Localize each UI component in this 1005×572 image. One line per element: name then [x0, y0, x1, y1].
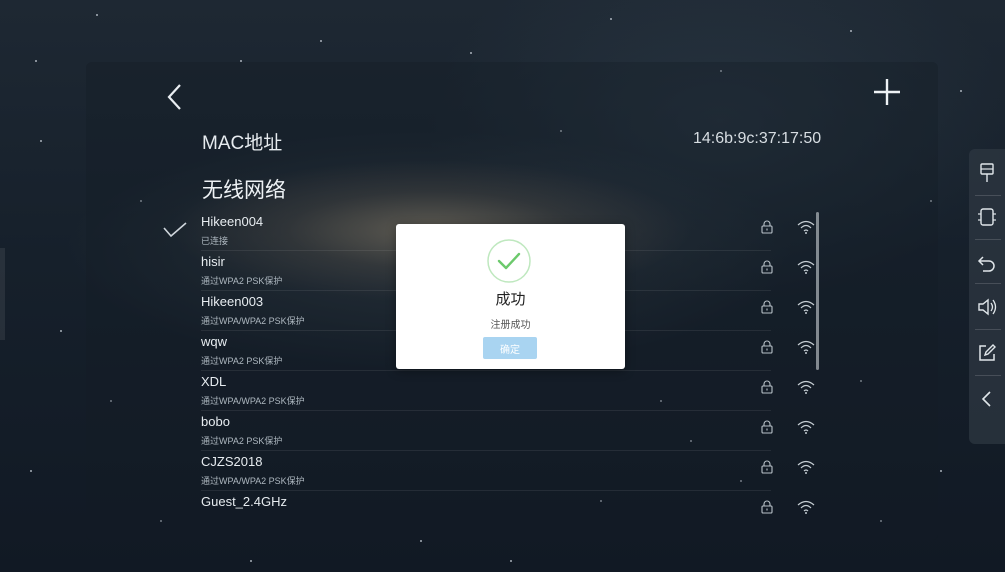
- dialog-title: 成功: [495, 291, 526, 308]
- toolbar-divider: [975, 239, 1001, 240]
- row-divider: [201, 370, 771, 371]
- row-divider: [201, 490, 771, 491]
- star: [96, 14, 98, 16]
- edit-button[interactable]: [969, 333, 1005, 373]
- row-divider: [201, 450, 771, 451]
- edit-icon: [979, 344, 996, 361]
- network-name: XDL: [201, 374, 227, 389]
- network-name: wqw: [201, 334, 228, 349]
- network-item[interactable]: bobo 通过WPA2 PSK保护: [201, 414, 815, 454]
- wifi-signal-icon: [797, 460, 815, 474]
- volume-icon: [978, 298, 997, 316]
- lock-icon: [761, 380, 773, 394]
- lock-icon: [761, 500, 773, 514]
- list-scrollbar[interactable]: [816, 212, 819, 370]
- network-status: 通过WPA2 PSK保护: [201, 276, 283, 286]
- toolbar-divider: [975, 195, 1001, 196]
- lock-icon: [761, 220, 773, 234]
- star: [30, 470, 32, 472]
- device-button[interactable]: [969, 197, 1005, 237]
- side-toolbar: [969, 149, 1005, 444]
- star: [940, 470, 942, 472]
- return-icon: [977, 256, 995, 272]
- projector-icon: [980, 163, 994, 182]
- lock-icon: [761, 460, 773, 474]
- star: [250, 560, 252, 562]
- collapse-button[interactable]: [969, 379, 1005, 419]
- success-dialog: 成功 注册成功 确定: [396, 224, 625, 369]
- star: [35, 60, 37, 62]
- wireless-network-title: 无线网络: [202, 179, 286, 202]
- toolbar-divider: [975, 375, 1001, 376]
- star: [850, 30, 852, 32]
- row-divider: [201, 410, 771, 411]
- wifi-signal-icon: [797, 420, 815, 434]
- network-item[interactable]: CJZS2018 通过WPA/WPA2 PSK保护: [201, 454, 815, 494]
- network-status: 已连接: [201, 236, 229, 246]
- star: [320, 40, 322, 42]
- volume-button[interactable]: [969, 287, 1005, 327]
- lock-icon: [761, 260, 773, 274]
- lock-icon: [761, 300, 773, 314]
- network-item[interactable]: Guest_2.4GHz: [201, 494, 815, 534]
- network-status: 通过WPA2 PSK保护: [201, 436, 283, 446]
- network-name: Guest_2.4GHz: [201, 494, 287, 509]
- collapse-icon: [981, 391, 991, 407]
- dialog-message: 注册成功: [490, 320, 531, 331]
- return-button[interactable]: [969, 243, 1005, 283]
- wifi-signal-icon: [797, 260, 815, 274]
- network-item[interactable]: XDL 通过WPA/WPA2 PSK保护: [201, 374, 815, 414]
- projector-button[interactable]: [969, 153, 1005, 193]
- network-name: bobo: [201, 414, 230, 429]
- wifi-signal-icon: [797, 220, 815, 234]
- wifi-signal-icon: [797, 340, 815, 354]
- plus-icon[interactable]: [871, 76, 903, 108]
- network-status: 通过WPA/WPA2 PSK保护: [201, 316, 305, 326]
- wifi-signal-icon: [797, 500, 815, 514]
- checkmark-icon: [163, 222, 187, 238]
- ok-button[interactable]: 确定: [483, 337, 537, 359]
- mac-address-value: 14:6b:9c:37:17:50: [693, 130, 822, 147]
- network-status: 通过WPA2 PSK保护: [201, 356, 283, 366]
- star: [420, 540, 422, 542]
- toolbar-divider: [975, 283, 1001, 284]
- network-status: 通过WPA/WPA2 PSK保护: [201, 476, 305, 486]
- network-name: CJZS2018: [201, 454, 263, 469]
- left-edge-handle[interactable]: [0, 248, 5, 340]
- star: [60, 330, 62, 332]
- star: [960, 90, 962, 92]
- wifi-signal-icon: [797, 300, 815, 314]
- device-icon: [978, 208, 996, 226]
- network-name: hisir: [201, 254, 225, 269]
- star: [470, 52, 472, 54]
- network-name: Hikeen003: [201, 294, 264, 309]
- network-name: Hikeen004: [201, 214, 264, 229]
- chevron-left-icon[interactable]: [164, 82, 186, 112]
- lock-icon: [761, 340, 773, 354]
- star: [610, 18, 612, 20]
- toolbar-divider: [975, 329, 1001, 330]
- star: [510, 560, 512, 562]
- mac-address-label: MAC地址: [202, 133, 283, 154]
- success-check-icon: [487, 239, 531, 283]
- wifi-signal-icon: [797, 380, 815, 394]
- network-status: 通过WPA/WPA2 PSK保护: [201, 396, 305, 406]
- star: [40, 140, 42, 142]
- lock-icon: [761, 420, 773, 434]
